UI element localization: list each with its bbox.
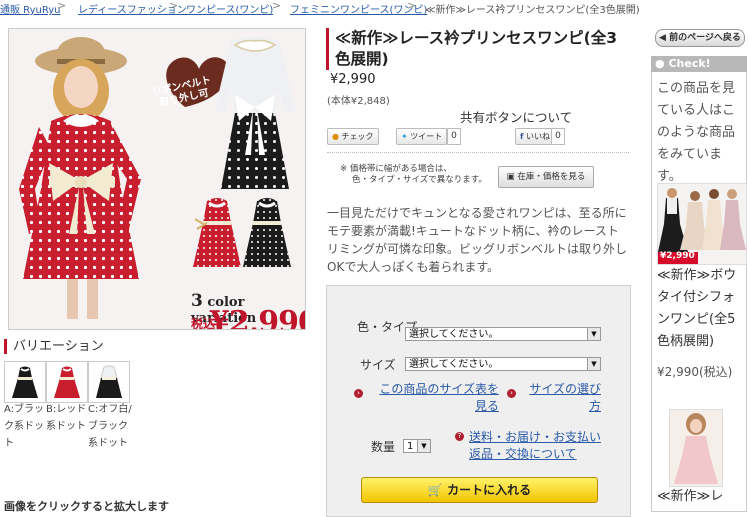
breadcrumb-separator: > [169, 0, 179, 12]
size-label: サイズ [360, 358, 396, 372]
note-mark: ※ [340, 164, 348, 174]
tweet-button[interactable]: ✦ ツイート [396, 128, 448, 145]
variation-thumb-black[interactable] [4, 361, 46, 403]
variation-dress-offwhite [96, 365, 122, 398]
variation-thumb-offwhite[interactable] [88, 361, 130, 403]
box-icon: ▣ [506, 172, 515, 182]
recommended-item-image-2[interactable] [669, 409, 723, 487]
color-type-select[interactable]: 選択してください。 ▼ [405, 327, 601, 341]
size-select[interactable]: 選択してください。 ▼ [405, 357, 601, 371]
product-photo-illustration [9, 29, 305, 329]
price-range-note: ※ 価格帯に幅がある場合は、 色・タイプ・サイズで異なります。 [340, 164, 487, 186]
divider [327, 152, 629, 153]
like-button-label: いいね! [526, 132, 554, 141]
twitter-icon: ✦ [401, 132, 408, 141]
arrow-circle-icon: › [507, 389, 516, 398]
product-description: 一目見ただけでキュンとなる愛されワンピは、至る所にモテ要素が満載!キュートなドッ… [327, 206, 628, 274]
recommended-dress-illustration [670, 410, 722, 486]
stock-price-button[interactable]: ▣ 在庫・価格を見る [498, 166, 594, 188]
note-line-1: 価格帯に幅がある場合は、 [349, 164, 452, 174]
shipping-link-line-2: 返品・交換について [469, 447, 577, 461]
circle-icon: ● [655, 57, 665, 70]
size-table-link-line-1: この商品のサイズ表を [379, 382, 499, 396]
recommended-item-link-1[interactable]: ≪新作≫ボウタイ付シフォンワンピ(全5色柄展開) [657, 265, 745, 353]
breadcrumb-separator: > [272, 0, 282, 12]
variation-count: 3 [191, 291, 203, 311]
question-circle-icon: ? [455, 432, 464, 441]
chevron-down-icon: ▼ [587, 328, 600, 340]
note-line-2: 色・タイプ・サイズで異なります。 [352, 175, 487, 185]
size-guide-link-line-1: サイズの選び [529, 382, 601, 396]
like-count: 0 [551, 128, 565, 145]
back-to-previous-page-button[interactable]: ◀ 前のページへ戻る [655, 29, 745, 47]
product-main-image[interactable]: リボンベルト取り外し可 3 color variation 税込 ¥2,990 [8, 28, 306, 330]
variation-dress-red [54, 366, 80, 398]
color-type-select-value: 選択してください。 [409, 329, 499, 340]
size-table-link[interactable]: この商品のサイズ表を 見る [371, 381, 499, 415]
breadcrumb-separator: > [57, 0, 67, 12]
recommendation-intro: この商品を見ている人はこのような商品をみています。 [657, 81, 736, 184]
price-excl-tax: (本体¥2,848) [327, 96, 390, 107]
shipping-info-link[interactable]: 送料・お届け・お支払い 返品・交換について [469, 429, 603, 463]
check-section-header: ● Check! [651, 56, 747, 72]
shipping-link-line-1: 送料・お届け・お支払い [469, 430, 602, 444]
check-icon: ● [332, 132, 339, 141]
variation-label-red[interactable]: B:レッド系ドット [46, 401, 90, 435]
add-to-cart-label: カートに入れる [447, 483, 532, 497]
breadcrumb-current: ≪新作≫レース衿プリンセスワンピ(全3色展開) [425, 5, 640, 16]
recommended-item-badge-price: ¥2,990 [660, 251, 695, 261]
recommended-item-image-1[interactable]: ¥2,990 [657, 183, 747, 265]
arrow-circle-icon: › [354, 389, 363, 398]
stock-price-button-label: 在庫・価格を見る [517, 172, 586, 182]
variations-heading: バリエーション [4, 339, 104, 354]
add-to-cart-button[interactable]: 🛒 カートに入れる [361, 477, 598, 503]
share-buttons-info-link[interactable]: 共有ボタンについて [460, 107, 572, 126]
breadcrumb-item-onepiece[interactable]: ワンピース(ワンピ) [186, 1, 273, 16]
quantity-select[interactable]: 1 ▼ [403, 439, 431, 453]
breadcrumb-item-home[interactable]: 通販 RyuRyu [0, 1, 61, 16]
chevron-down-icon: ▼ [417, 440, 430, 452]
check-title: Check! [668, 57, 711, 70]
breadcrumb: 通販 RyuRyu > レディースファッション > ワンピース(ワンピ) > フ… [0, 0, 749, 16]
variation-label-black[interactable]: A:ブラック系ドット [4, 401, 48, 452]
product-title: ≪新作≫レース衿プリンセスワンピ(全3色展開) [326, 28, 631, 70]
tweet-button-label: ツイート [410, 132, 443, 141]
check-button-label: チェック [341, 132, 374, 141]
recommended-item-price-1: ¥2,990(税込) [657, 365, 733, 379]
chevron-down-icon: ▼ [587, 358, 600, 370]
facebook-icon: f [520, 132, 524, 141]
cart-icon: 🛒 [427, 483, 443, 497]
back-button-label: 前のページへ戻る [669, 33, 741, 43]
variation-label-offwhite[interactable]: C:オフ白/ブラック系ドット [88, 401, 132, 452]
size-guide-link[interactable]: サイズの選び 方 [523, 381, 601, 415]
breadcrumb-separator: > [407, 0, 417, 12]
hero-price: ¥2,990 [209, 305, 305, 330]
size-table-link-line-2: 見る [474, 399, 499, 413]
back-arrow-icon: ◀ [659, 33, 666, 43]
size-select-value: 選択してください。 [409, 359, 499, 370]
tweet-count: 0 [447, 128, 461, 145]
variation-thumb-red[interactable] [46, 361, 88, 403]
quantity-select-value: 1 [407, 441, 414, 452]
check-button[interactable]: ● チェック [327, 128, 379, 145]
product-price: ¥2,990 [330, 72, 376, 87]
enlarge-hint: 画像をクリックすると拡大します [4, 500, 169, 513]
quantity-label: 数量 [371, 440, 396, 454]
size-guide-link-line-2: 方 [588, 399, 601, 413]
order-panel: 色・タイプ 選択してください。 ▼ サイズ 選択してください。 ▼ › この商品… [326, 285, 631, 517]
variation-dress-black [12, 366, 38, 398]
